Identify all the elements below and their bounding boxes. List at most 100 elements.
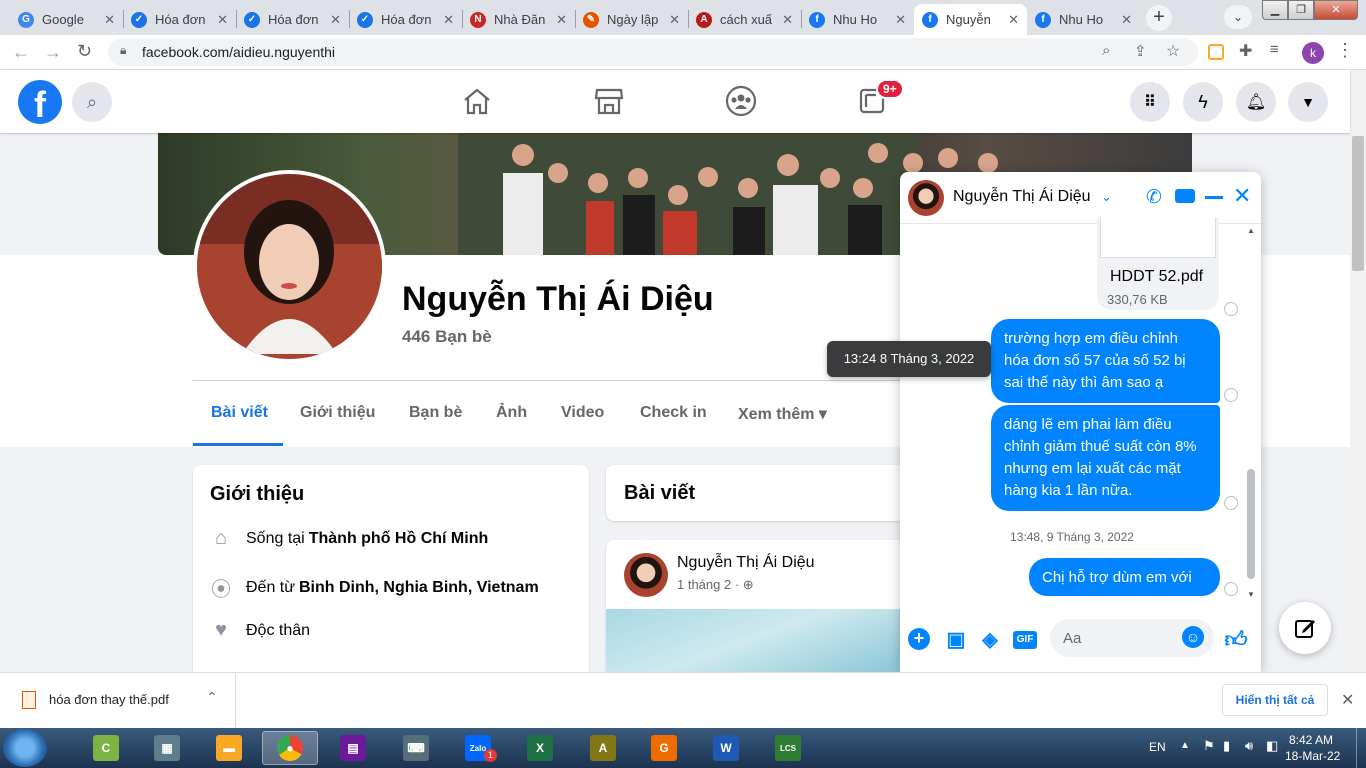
reload-icon[interactable]: ↻ <box>77 41 92 62</box>
message-bubble[interactable]: dáng lẽ em phai làm điều chỉnh giảm thuế… <box>991 405 1220 511</box>
post-author-name[interactable]: Nguyễn Thị Ái Diệu <box>677 554 815 572</box>
clock-date[interactable]: 18-Mar-22 <box>1285 749 1340 763</box>
chat-contact-avatar[interactable] <box>908 180 944 216</box>
show-all-downloads-button[interactable]: Hiển thị tất cả <box>1222 684 1328 716</box>
forward-arrow-icon[interactable]: → <box>44 42 62 63</box>
friends-count[interactable]: 446 Bạn bè <box>402 327 492 347</box>
tab-close-icon[interactable]: ✕ <box>330 12 341 28</box>
tab-close-icon[interactable]: ✕ <box>104 12 115 28</box>
address-bar[interactable]: 🔒︎ facebook.com/aidieu.nguyenthi ⌕ ⇪ ☆ <box>108 38 1198 66</box>
profile-tab[interactable]: Ảnh <box>496 404 527 422</box>
tab-close-icon[interactable]: ✕ <box>782 12 793 28</box>
tab-close-icon[interactable]: ✕ <box>443 12 454 28</box>
more-actions-plus-icon[interactable]: + <box>908 628 930 650</box>
browser-tab[interactable]: f Nhu Ho ✕ <box>801 4 914 35</box>
share-icon[interactable]: ⇪ <box>1134 42 1147 60</box>
facebook-logo-icon[interactable]: f <box>18 80 62 125</box>
action-center-icon[interactable]: ⚑ <box>1203 738 1215 754</box>
post-author-avatar[interactable] <box>624 553 668 597</box>
taskbar-app-zalo[interactable]: Zalo 1 <box>450 731 506 765</box>
message-input[interactable]: Aa ☺ <box>1050 619 1214 657</box>
minimize-chat-icon[interactable] <box>1205 196 1223 199</box>
chat-scrollbar[interactable]: ▲ ▼ <box>1244 224 1258 604</box>
profile-tab[interactable]: Bạn bè <box>409 404 462 422</box>
nav-gaming[interactable]: 9+ <box>858 79 904 120</box>
account-button[interactable]: ▼ <box>1288 82 1328 122</box>
scroll-down-arrow-icon[interactable]: ▼ <box>1247 590 1255 599</box>
sticker-icon[interactable]: ◈ <box>978 628 1002 652</box>
message-bubble[interactable]: trường hợp em điều chỉnh hóa đơn số 57 c… <box>991 319 1220 403</box>
browser-tab[interactable]: f Nguyễn ✕ <box>914 4 1027 35</box>
taskbar-app-excel[interactable]: X <box>512 731 568 765</box>
browser-tab[interactable]: Acách xuấ ✕ <box>688 4 801 35</box>
close-download-bar-icon[interactable]: ✕ <box>1341 690 1354 710</box>
media-control-icon[interactable]: ≡ <box>1270 41 1279 58</box>
tab-search-button[interactable]: ⌄ <box>1224 5 1252 29</box>
browser-tab[interactable]: f Nhu Ho ✕ <box>1027 4 1140 35</box>
taskbar-app-chrome[interactable]: ● <box>262 731 318 765</box>
tab-close-icon[interactable]: ✕ <box>1121 12 1132 28</box>
taskbar-app-explorer[interactable]: ▬ <box>201 731 257 765</box>
browser-tab[interactable]: N Nhà Đăn ✕ <box>462 4 575 35</box>
tab-close-icon[interactable]: ✕ <box>669 12 680 28</box>
tab-close-icon[interactable]: ✕ <box>895 12 906 28</box>
tray-expand-icon[interactable]: ▲ <box>1180 740 1190 751</box>
zoom-icon[interactable]: ⌕ <box>1102 42 1110 59</box>
chat-contact-name[interactable]: Nguyễn Thị Ái Diệu ⌄ <box>953 188 1112 206</box>
taskbar-app-coccoc[interactable]: C <box>78 731 134 765</box>
browser-tab[interactable]: ✓ Hóa đơn ✕ <box>123 4 236 35</box>
chevron-up-icon[interactable]: ⌃ <box>206 689 218 706</box>
taskbar-app-foxit[interactable]: G <box>636 731 692 765</box>
puzzle-extensions-icon[interactable]: ✚ <box>1239 41 1252 61</box>
restore-window-button[interactable]: ❐ <box>1288 0 1314 20</box>
extension-icon[interactable] <box>1208 44 1224 60</box>
new-tab-button[interactable]: + <box>1146 5 1172 31</box>
minimize-window-button[interactable]: ▁ <box>1262 0 1288 20</box>
browser-tab[interactable]: ✓ Hóa đơn ✕ <box>236 4 349 35</box>
photo-icon[interactable]: ▣ <box>944 628 968 652</box>
pdf-attachment[interactable]: HDDT 52.pdf 330,76 KB <box>1097 218 1219 310</box>
notifications-button[interactable]: 🔔︎ <box>1236 82 1276 122</box>
start-button[interactable] <box>3 729 47 767</box>
taskbar-app-calculator[interactable]: ▦ <box>139 731 195 765</box>
back-arrow-icon[interactable]: ← <box>12 42 30 63</box>
nav-marketplace[interactable] <box>594 87 624 120</box>
close-window-button[interactable]: ✕ <box>1314 0 1358 20</box>
tab-close-icon[interactable]: ✕ <box>217 12 228 28</box>
language-indicator[interactable]: EN <box>1149 740 1166 754</box>
message-bubble[interactable]: Chị hỗ trợ dùm em với <box>1029 558 1220 596</box>
download-item[interactable]: hóa đơn thay thế.pdf ⌃ <box>0 673 236 728</box>
scroll-thumb[interactable] <box>1352 136 1364 271</box>
volume-icon[interactable]: 🔊︎ <box>1245 738 1253 754</box>
nav-groups[interactable] <box>725 85 757 122</box>
chat-scroll-thumb[interactable] <box>1247 469 1255 579</box>
taskbar-app-lcs-ca[interactable]: LCS <box>760 731 816 765</box>
tab-close-icon[interactable]: ✕ <box>1008 12 1019 28</box>
profile-tab[interactable]: Check in <box>640 404 707 422</box>
menu-button[interactable]: ⠿ <box>1130 82 1170 122</box>
search-button[interactable]: ⌕ <box>72 82 112 122</box>
show-desktop-button[interactable] <box>1356 728 1366 768</box>
thumbs-up-icon[interactable]: 👍︎ <box>1224 628 1248 652</box>
bookmark-star-icon[interactable]: ☆ <box>1166 41 1180 61</box>
page-scrollbar[interactable] <box>1350 70 1366 670</box>
taskbar-app-winrar[interactable]: ▤ <box>325 731 381 765</box>
network-extra-icon[interactable]: ◧ <box>1266 738 1278 754</box>
profile-tab[interactable]: Xem thêm ▾ <box>738 404 827 424</box>
scroll-up-arrow-icon[interactable]: ▲ <box>1247 226 1255 235</box>
clock-time[interactable]: 8:42 AM <box>1289 733 1333 747</box>
taskbar-app-app-a[interactable]: A <box>575 731 631 765</box>
profile-tab[interactable]: Giới thiệu <box>300 404 375 422</box>
new-message-button[interactable] <box>1279 602 1331 654</box>
emoji-icon[interactable]: ☺ <box>1182 626 1204 648</box>
network-icon[interactable]: ▮ <box>1223 738 1230 754</box>
profile-avatar[interactable]: k <box>1302 42 1324 64</box>
nav-home[interactable] <box>462 87 492 120</box>
intro-value[interactable]: Thành phố Hồ Chí Minh <box>309 530 489 548</box>
browser-tab[interactable]: ✎ Ngày lập ✕ <box>575 4 688 35</box>
profile-tab[interactable]: Bài viết <box>211 404 268 422</box>
browser-tab[interactable]: G Google ✕ <box>10 4 123 35</box>
post-time[interactable]: 1 tháng 2 · ⊕ <box>677 577 754 593</box>
browser-menu-icon[interactable]: ⋮ <box>1336 40 1354 61</box>
gif-icon[interactable]: GIF <box>1013 631 1037 649</box>
